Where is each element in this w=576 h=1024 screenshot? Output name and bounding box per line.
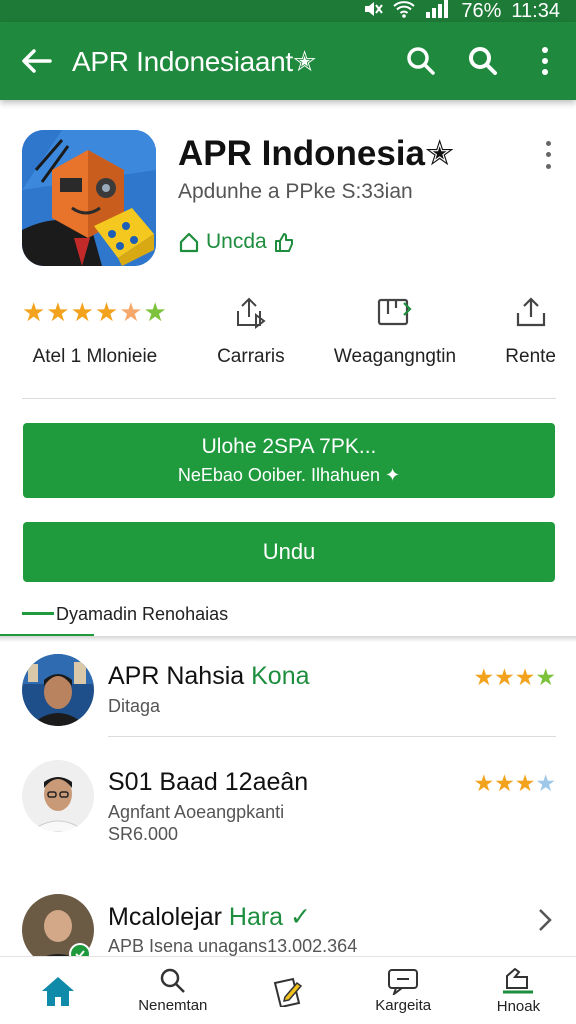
review-item[interactable]: S01 Baad 12aeân Agnfant Aoeangpkanti SR6…: [22, 760, 556, 844]
tab-strip: Dyamadin Renohaias: [0, 596, 576, 638]
share-hand-icon: [503, 967, 534, 994]
promo-line-2: NeEbao Ooiber. Ilhahuen ✦: [177, 465, 401, 485]
stat-label: Weagangngtin: [333, 346, 457, 367]
bottom-nav: Nenemtan Kargeita Hnoak: [0, 956, 576, 1024]
chevron-right-icon[interactable]: [534, 906, 556, 934]
nav-label: Nenemtan: [138, 997, 208, 1014]
app-more-button[interactable]: [536, 138, 560, 172]
search-icon: [407, 47, 435, 75]
reviewer-name: Mcalolejar Hara ✓: [108, 903, 311, 931]
search-button-2[interactable]: [452, 22, 514, 100]
overflow-menu-button[interactable]: [514, 22, 576, 100]
review-stars: ★★★★: [473, 770, 556, 796]
back-button[interactable]: [0, 22, 72, 100]
status-bar: 76% 11:34: [0, 0, 576, 22]
app-header: APR Indonesia✭ Apdunhe a PPke S:33ian Un…: [22, 130, 562, 270]
stat-label: Rente: [505, 346, 556, 367]
more-vert-icon: [542, 47, 548, 75]
nav-search[interactable]: Nenemtan: [115, 957, 230, 1024]
clock: 11:34: [511, 0, 560, 22]
search-button[interactable]: [390, 22, 452, 100]
stat-rating[interactable]: ★★★★ ★ ★ Atel 1 Mlonieie: [22, 292, 168, 382]
app-bar: APR Indonesiaant✭: [0, 22, 576, 100]
upload-icon: [514, 292, 548, 332]
thumb-up-icon: [274, 233, 293, 252]
divider: [22, 398, 556, 399]
review-meta: APB Isena unagans13.002.364: [108, 936, 358, 956]
share-arrow-icon: [234, 292, 268, 332]
reviewer-name-accent: Kona: [251, 662, 310, 690]
app-name: APR Indonesia✭: [178, 134, 455, 173]
signal-icon: [425, 0, 451, 23]
edit-document-icon: [273, 977, 303, 1007]
install-button[interactable]: Undu: [23, 522, 555, 582]
message-icon: [388, 969, 419, 995]
review-meta: Ditaga: [108, 696, 161, 716]
reviewer-name: APR Nahsia Kona: [108, 662, 310, 690]
nav-label: Hnoak: [496, 998, 541, 1015]
stat-share[interactable]: Carraris: [217, 292, 285, 382]
search-icon: [469, 47, 497, 75]
mute-icon: [363, 0, 384, 23]
divider: [108, 736, 556, 737]
stat-upload[interactable]: Rente: [505, 292, 556, 382]
promo-line-1: Ulohe 2SPA 7PK...: [201, 435, 377, 458]
promo-banner[interactable]: Ulohe 2SPA 7PK... NeEbao Ooiber. Ilhahue…: [23, 423, 555, 498]
stat-label: Atel 1 Mlonieie: [32, 346, 158, 367]
review-stars: ★★★★: [473, 664, 556, 690]
install-link[interactable]: Uncda: [178, 230, 295, 254]
search-icon: [160, 968, 185, 993]
nav-edit[interactable]: [230, 957, 345, 1024]
app-icon: [22, 130, 156, 266]
home-outline-icon: [179, 232, 199, 253]
rating-stars: ★★★★ ★ ★: [22, 296, 168, 327]
app-developer: Apdunhe a PPke S:33ian: [178, 180, 413, 203]
avatar: [22, 654, 94, 726]
more-vert-icon: [545, 141, 551, 147]
home-icon: [41, 976, 74, 1006]
arrow-left-icon: [22, 49, 52, 73]
avatar: [22, 760, 94, 832]
app-stats-row: ★★★★ ★ ★ Atel 1 Mlonieie Carraris Weagangn…: [22, 292, 556, 382]
nav-home[interactable]: [0, 957, 115, 1024]
review-item[interactable]: Mcalolejar Hara ✓ APB Isena unagans13.00…: [22, 894, 556, 966]
review-meta: SR6.000: [108, 824, 179, 844]
reviewer-name: S01 Baad 12aeân: [108, 768, 309, 796]
tab-indicator-mark: [22, 612, 54, 615]
reviewer-name-accent: Hara ✓: [228, 903, 311, 931]
review-item[interactable]: APR Nahsia Kona Ditaga ★★★★: [22, 654, 556, 730]
nav-share[interactable]: Hnoak: [461, 957, 576, 1024]
battery-level: 76%: [461, 0, 502, 22]
tab-reviews[interactable]: Dyamadin Renohaias: [56, 604, 228, 625]
tab-shadow: [0, 636, 576, 642]
nav-label: Kargeita: [375, 997, 432, 1014]
app-bar-title: APR Indonesiaant✭: [72, 45, 317, 77]
nav-messages[interactable]: Kargeita: [346, 957, 461, 1024]
install-link-label: Uncda: [206, 230, 267, 253]
clipboard-icon: [376, 292, 414, 332]
review-meta: Agnfant Aoeangpkanti: [108, 802, 285, 822]
wifi-icon: [393, 0, 416, 23]
stat-label: Carraris: [217, 346, 285, 367]
stat-clipboard[interactable]: Weagangngtin: [334, 292, 456, 382]
